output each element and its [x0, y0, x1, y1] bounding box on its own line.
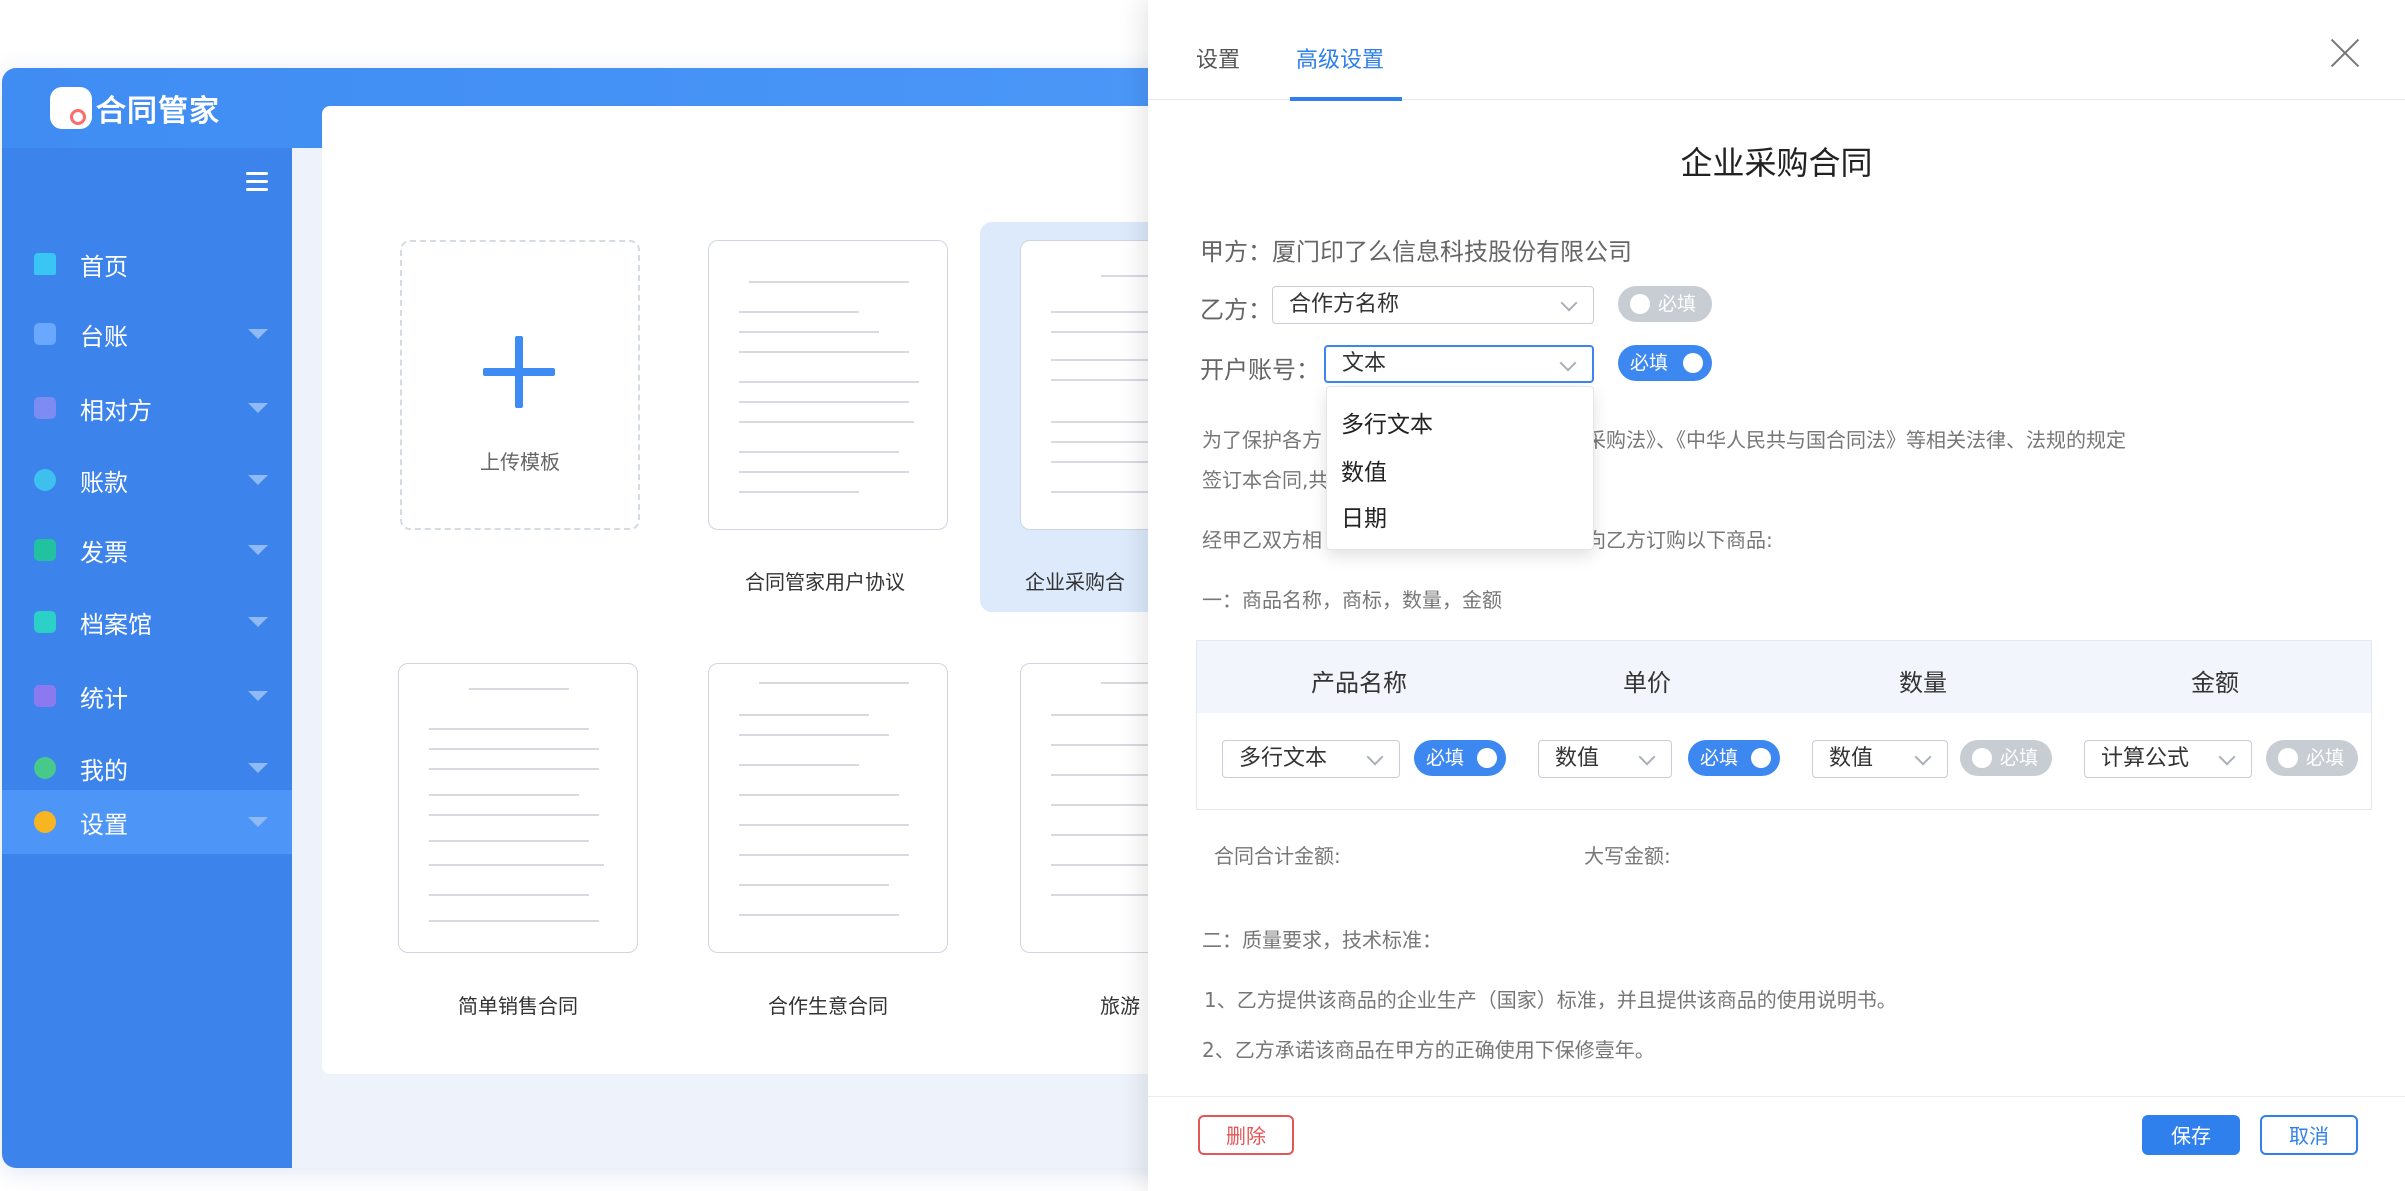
- active-tab-indicator: [1290, 97, 1402, 101]
- cancel-button[interactable]: 取消: [2260, 1115, 2358, 1155]
- upload-template-label: 上传模板: [480, 450, 560, 474]
- close-icon[interactable]: [2330, 38, 2360, 68]
- user-icon: [34, 757, 56, 779]
- chevron-down-icon: [1914, 748, 1932, 766]
- chevron-down-icon: [1560, 294, 1578, 312]
- field-type-select[interactable]: 数值: [1538, 740, 1672, 778]
- chevron-down-icon: [1366, 748, 1384, 766]
- column-header: 单价: [1623, 669, 1671, 697]
- template-caption: 企业采购合: [1025, 570, 1125, 594]
- document-title: 企业采购合同: [1680, 144, 1873, 182]
- chevron-down-icon: [248, 691, 268, 701]
- collapse-menu-icon[interactable]: [246, 172, 268, 194]
- sidebar-item-statistics[interactable]: 统计: [2, 664, 292, 728]
- field-type-select[interactable]: 多行文本: [1222, 740, 1400, 778]
- total-amount-label: 合同合计金额:: [1214, 844, 1341, 868]
- chevron-down-icon: [248, 329, 268, 339]
- required-toggle[interactable]: 必填: [1414, 740, 1506, 776]
- chevron-down-icon: [248, 545, 268, 555]
- account-type-select[interactable]: 文本: [1324, 345, 1594, 383]
- account-label: 开户账号：: [1200, 356, 1320, 384]
- sidebar-item-settings[interactable]: 设置: [2, 790, 292, 854]
- required-toggle[interactable]: 必填: [1688, 740, 1780, 776]
- dropdown-option[interactable]: 多行文本: [1341, 405, 1433, 439]
- table-header: 产品名称 单价 数量 金额: [1197, 641, 2371, 713]
- template-caption: 合同管家用户协议: [745, 570, 905, 594]
- sidebar: 首页 台账 相对方 账款 发票 档案馆 统计 我的 设置: [2, 148, 292, 1168]
- sidebar-item-accounts[interactable]: 账款: [2, 448, 292, 512]
- paragraph-text: 2、乙方承诺该商品在甲方的正确使用下保修壹年。: [1202, 1038, 1655, 1062]
- required-toggle[interactable]: 必填: [1618, 286, 1712, 322]
- template-card[interactable]: [398, 663, 638, 953]
- paragraph-text: 为了保护各方: [1202, 428, 1322, 452]
- ledger-icon: [34, 323, 56, 345]
- field-type-select[interactable]: 计算公式: [2084, 740, 2252, 778]
- sidebar-item-home[interactable]: 首页: [2, 232, 292, 296]
- home-icon: [34, 253, 56, 275]
- section-heading: 一：商品名称，商标，数量，金额: [1202, 588, 1502, 612]
- sidebar-item-invoice[interactable]: 发票: [2, 518, 292, 582]
- capital-amount-label: 大写金额:: [1584, 844, 1671, 868]
- template-caption: 合作生意合同: [768, 994, 888, 1018]
- logo-icon: [50, 87, 92, 129]
- chevron-down-icon: [248, 475, 268, 485]
- required-toggle[interactable]: 必填: [1960, 740, 2052, 776]
- delete-button[interactable]: 删除: [1198, 1115, 1294, 1155]
- field-type-select[interactable]: 数值: [1812, 740, 1948, 778]
- chevron-down-icon: [248, 403, 268, 413]
- logo-text: 合同管家: [96, 94, 220, 129]
- paragraph-text: 签订本合同,共: [1202, 468, 1329, 492]
- chevron-down-icon: [248, 617, 268, 627]
- chevron-down-icon: [248, 763, 268, 773]
- logo: 合同管家: [50, 84, 220, 132]
- sidebar-item-counterparty[interactable]: 相对方: [2, 376, 292, 440]
- save-button[interactable]: 保存: [2142, 1115, 2240, 1155]
- paragraph-text: 经甲乙双方相: [1202, 528, 1322, 552]
- chart-icon: [34, 685, 56, 707]
- dropdown-option[interactable]: 数值: [1341, 453, 1387, 487]
- panel-tabs: 设置 高级设置: [1148, 0, 2405, 101]
- yen-icon: [34, 469, 56, 491]
- chevron-down-icon: [2218, 748, 2236, 766]
- paragraph-text: 1、乙方提供该商品的企业生产（国家）标准，并且提供该商品的使用说明书。: [1204, 988, 1897, 1012]
- template-caption: 简单销售合同: [458, 994, 578, 1018]
- column-header: 金额: [2191, 669, 2239, 697]
- dropdown-option[interactable]: 日期: [1341, 499, 1387, 533]
- chevron-down-icon: [248, 817, 268, 827]
- tab-settings[interactable]: 设置: [1196, 42, 1240, 74]
- column-header: 产品名称: [1311, 669, 1407, 697]
- goods-table: 产品名称 单价 数量 金额: [1196, 640, 2372, 810]
- party-b-label: 乙方：: [1200, 296, 1272, 324]
- chevron-down-icon: [1638, 748, 1656, 766]
- tab-advanced-settings[interactable]: 高级设置: [1296, 42, 1384, 74]
- column-header: 数量: [1899, 669, 1947, 697]
- field-type-dropdown: 多行文本 数值 日期: [1326, 386, 1594, 550]
- template-card[interactable]: [708, 240, 948, 530]
- section-heading: 二：质量要求，技术标准：: [1202, 928, 1442, 952]
- contacts-icon: [34, 397, 56, 419]
- sidebar-item-ledger[interactable]: 台账: [2, 302, 292, 366]
- party-a-text: 甲方：厦门印了么信息科技股份有限公司: [1200, 238, 1632, 266]
- folder-icon: [34, 611, 56, 633]
- required-toggle[interactable]: 必填: [1618, 345, 1712, 381]
- invoice-icon: [34, 539, 56, 561]
- chevron-down-icon: [1559, 354, 1577, 372]
- party-b-select[interactable]: 合作方名称: [1272, 286, 1594, 324]
- template-card[interactable]: [708, 663, 948, 953]
- sidebar-item-archive[interactable]: 档案馆: [2, 590, 292, 654]
- settings-panel: 设置 高级设置 企业采购合同 甲方：厦门印了么信息科技股份有限公司 乙方： 合作…: [1148, 0, 2405, 1191]
- required-toggle[interactable]: 必填: [2266, 740, 2358, 776]
- footer-divider: [1148, 1096, 2405, 1097]
- settings-icon: [34, 811, 56, 833]
- paragraph-text: 国政府采购法》、《中华人民共与国合同法》等相关法律、法规的规定: [1526, 428, 2126, 452]
